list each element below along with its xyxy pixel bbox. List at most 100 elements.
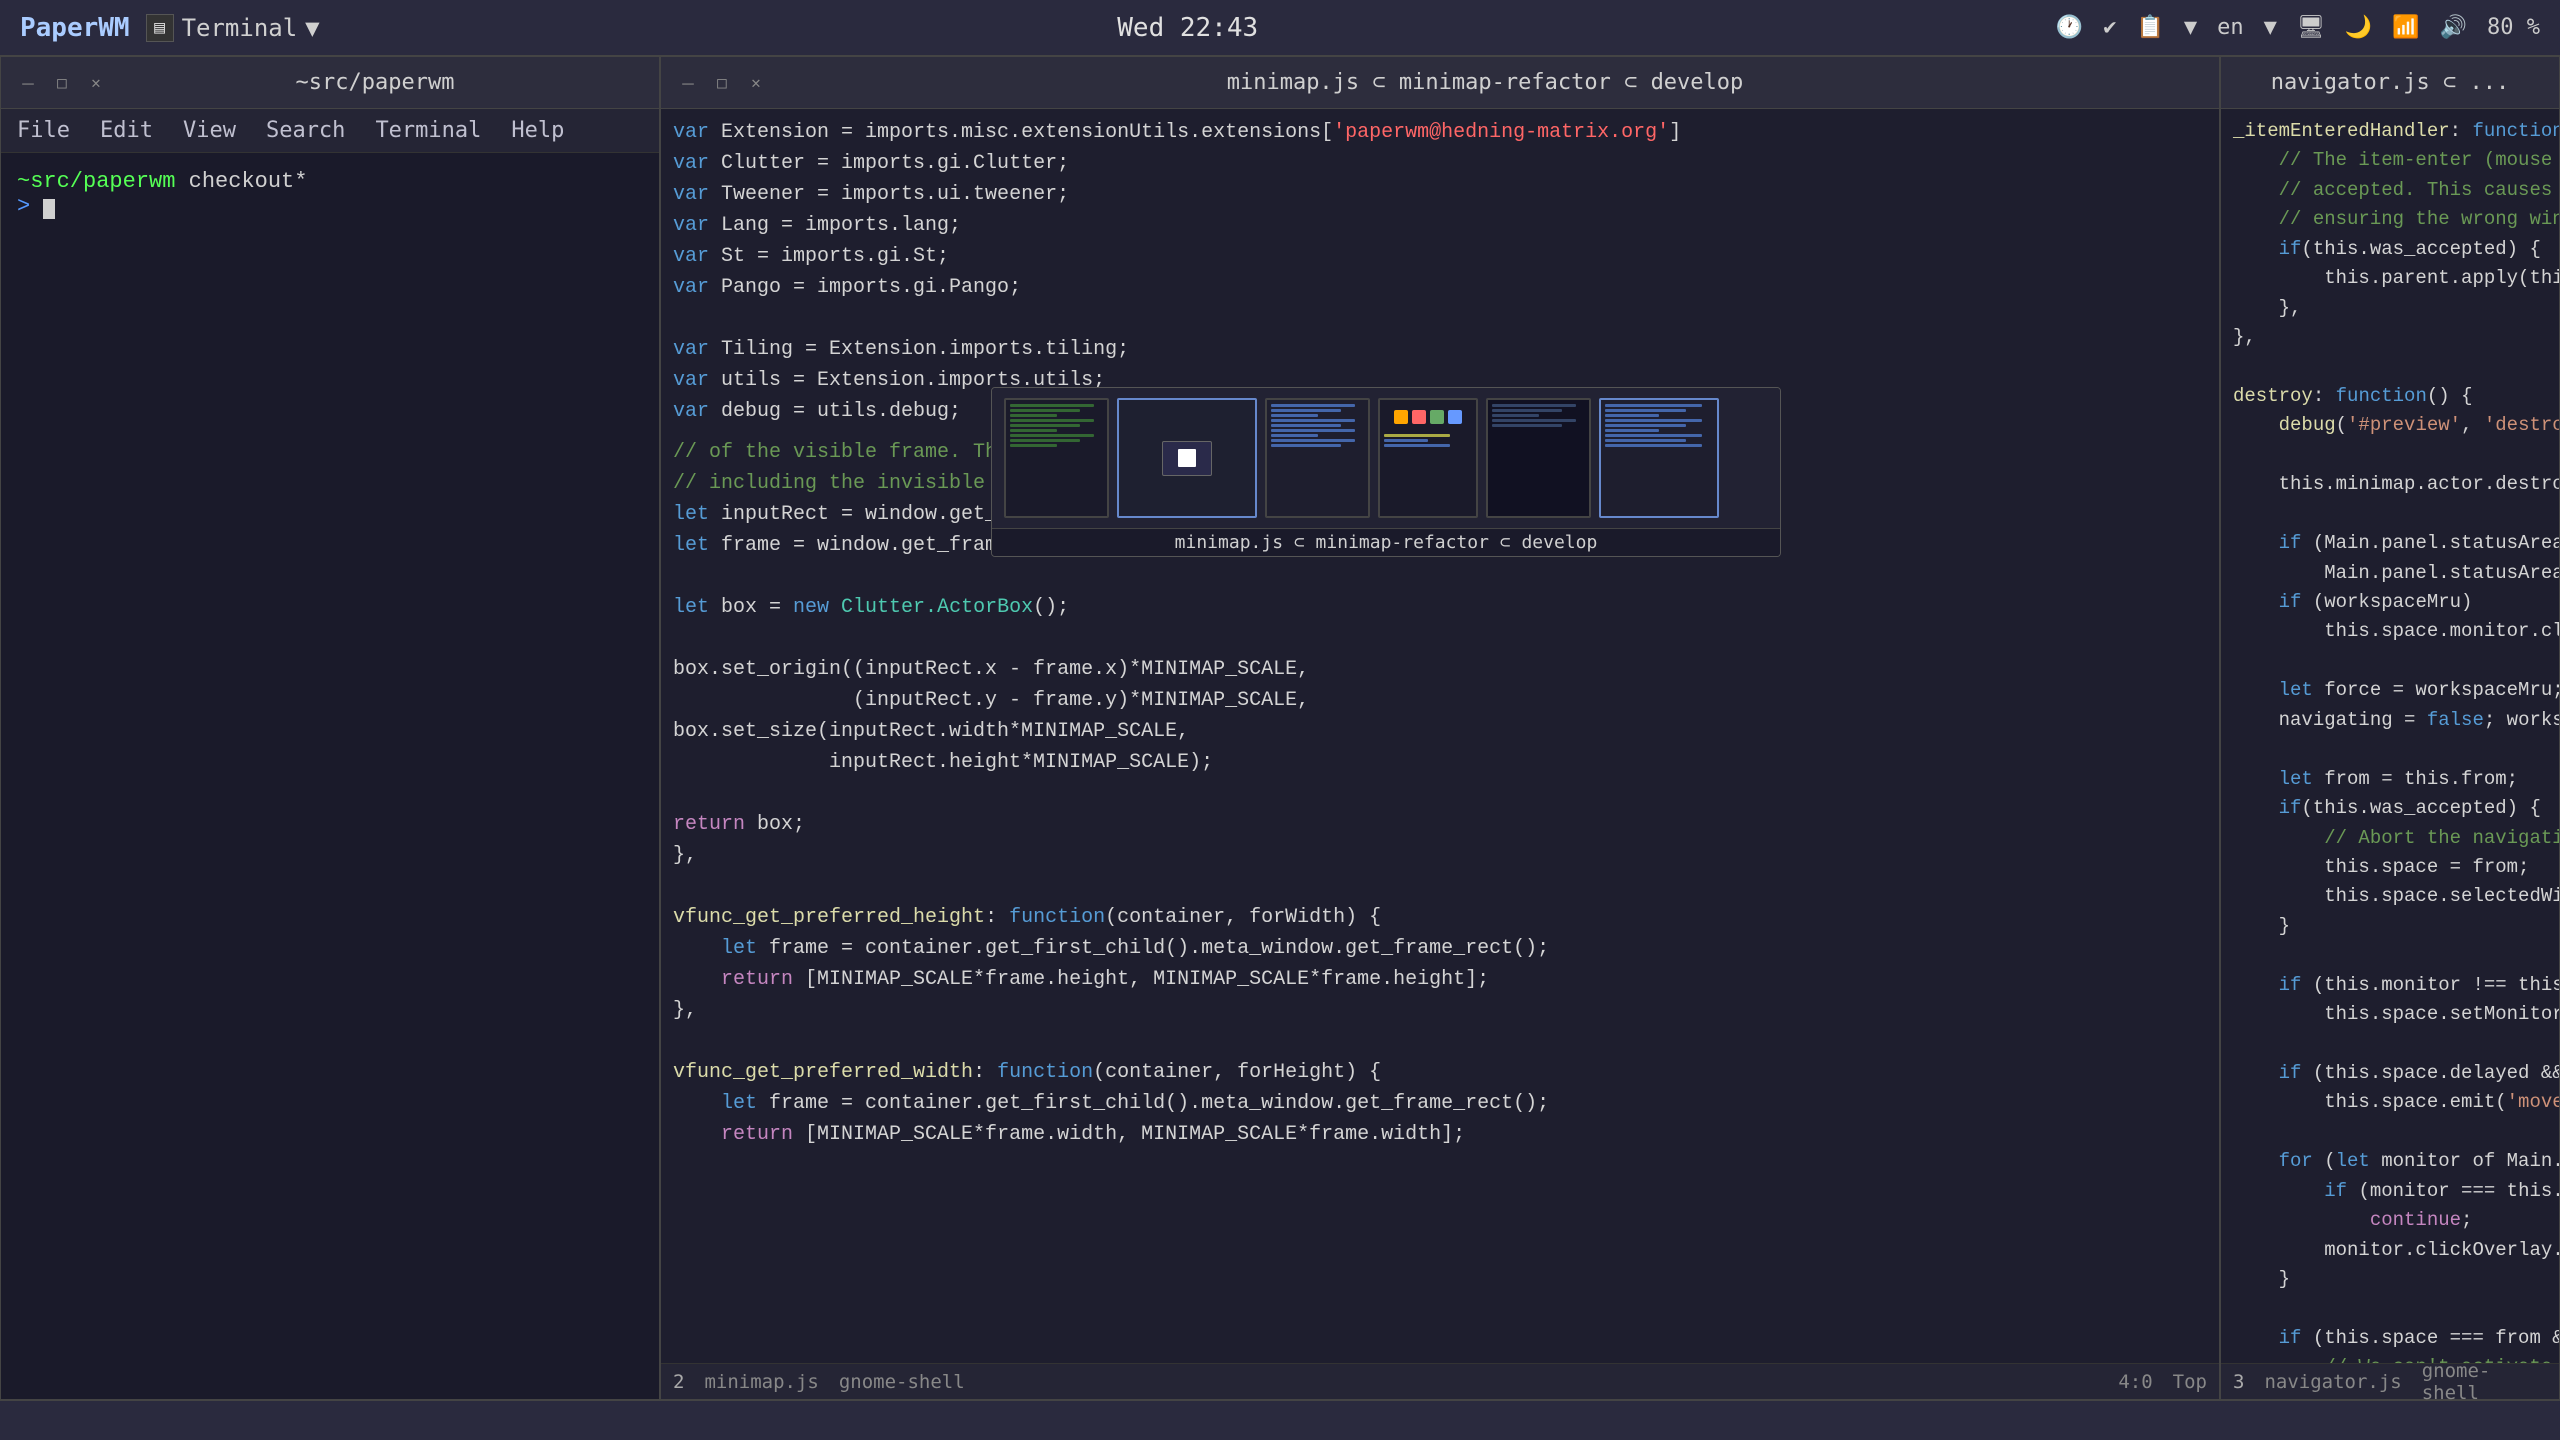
terminal-content[interactable]: ~src/paperwm checkout* > [1, 153, 659, 1399]
code-line: this.space.setMonitor(this.mon [2221, 1000, 2559, 1029]
prompt-dir: ~src/paperwm [17, 169, 175, 194]
mini-line [1271, 419, 1355, 422]
mini-line [1010, 434, 1094, 437]
code-line: // accepted. This causes _select_ [2221, 176, 2559, 205]
code-line: this.space.selectedWindow = fr [2221, 882, 2559, 911]
dropdown-icon1[interactable]: ▼ [2184, 15, 2197, 40]
mini-line [1605, 424, 1686, 427]
middle-minimize-button[interactable]: － [677, 72, 699, 94]
status-position: 4:0 [2118, 1371, 2152, 1393]
thumbnail-3[interactable] [1265, 398, 1370, 518]
code-line: inputRect.height*MINIMAP_SCALE); [661, 747, 2219, 778]
terminal-icon: ▤ [146, 14, 174, 42]
code-line: } [2221, 1265, 2559, 1294]
right-window-title: navigator.js ⊂ ... [2237, 70, 2543, 95]
mini-line [1010, 444, 1057, 447]
mini-line [1492, 424, 1562, 427]
thumbnail-strip [992, 388, 1780, 528]
code-line: debug('#preview', 'destroy'); [2221, 411, 2559, 440]
code-line: if (this.space.delayed && !force) [2221, 1059, 2559, 1088]
mini-line [1010, 419, 1094, 422]
bottom-taskbar [0, 1400, 2560, 1440]
dropdown-icon2[interactable]: ▼ [2264, 15, 2277, 40]
mini-line [1271, 434, 1318, 437]
middle-code-bottom[interactable]: // of the visible frame. The input rect … [661, 429, 2219, 1363]
close-button[interactable]: ✕ [85, 72, 107, 94]
code-line: // ensuring the wrong window. [2221, 205, 2559, 234]
menu-search[interactable]: Search [266, 118, 345, 143]
code-line [2221, 500, 2559, 529]
status-scroll: Top [2173, 1371, 2207, 1393]
paperwm-label: PaperWM [20, 13, 130, 43]
right-status-file-num: 3 [2233, 1371, 2244, 1393]
code-line: if (this.space === from && force) [2221, 1324, 2559, 1353]
terminal-app-button[interactable]: ▤ Terminal ▼ [146, 14, 320, 42]
maximize-button[interactable]: □ [51, 72, 73, 94]
middle-close-button[interactable]: ✕ [745, 72, 767, 94]
code-line: if (Main.panel.statusArea.appMenu [2221, 529, 2559, 558]
menu-edit[interactable]: Edit [100, 118, 153, 143]
thumbnail-overlay-label: minimap.js ⊂ minimap-refactor ⊂ develop [992, 528, 1780, 556]
left-window-title: ~src/paperwm [107, 70, 643, 95]
thumb-inner-6 [1601, 400, 1717, 516]
mini-line [1605, 404, 1702, 407]
code-line [661, 871, 2219, 902]
code-line: this.minimap.actor.destroy(); [2221, 470, 2559, 499]
code-line: let from = this.from; [2221, 765, 2559, 794]
wifi-icon[interactable]: 📶 [2392, 15, 2419, 40]
menu-file[interactable]: File [17, 118, 70, 143]
thumbnail-5[interactable] [1486, 398, 1591, 518]
status-tool: gnome-shell [839, 1371, 965, 1393]
dialog-preview [1162, 441, 1212, 476]
middle-code-top[interactable]: var Extension = imports.misc.extensionUt… [661, 109, 2219, 429]
right-code-content[interactable]: _itemEnteredHandler: function() { // The… [2221, 109, 2559, 1363]
left-menu-bar: File Edit View Search Terminal Help [1, 109, 659, 153]
thumb-mini-code-3 [1267, 400, 1368, 516]
minimize-button[interactable]: － [17, 72, 39, 94]
code-line [2221, 353, 2559, 382]
code-line [2221, 941, 2559, 970]
mini-line [1010, 409, 1080, 412]
thumb-mini-code-4 [1380, 434, 1476, 516]
thumbnail-4[interactable] [1378, 398, 1478, 518]
mini-line [1271, 424, 1341, 427]
terminal-label: Terminal [182, 14, 298, 42]
mini-line [1010, 424, 1080, 427]
volume-icon[interactable]: 🔊 [2440, 15, 2467, 40]
theme-icon[interactable]: 🌙 [2345, 15, 2372, 40]
code-line: continue; [2221, 1206, 2559, 1235]
code-line: if(this.was_accepted) { [2221, 235, 2559, 264]
thumbnail-6[interactable] [1599, 398, 1719, 518]
left-terminal-window: － □ ✕ ~src/paperwm File Edit View Search… [0, 56, 660, 1400]
menu-terminal[interactable]: Terminal [375, 118, 481, 143]
code-line: if (monitor === this.space.mon [2221, 1177, 2559, 1206]
taskbar: PaperWM ▤ Terminal ▼ Wed 22:43 🕐 ✔ 📋 ▼ e… [0, 0, 2560, 56]
terminal-dropdown-icon[interactable]: ▼ [305, 14, 319, 42]
code-line: var Tweener = imports.ui.tweener; [661, 179, 2219, 210]
terminal-line1: ~src/paperwm checkout* [17, 169, 643, 194]
mini-line [1271, 414, 1318, 417]
mini-line [1605, 434, 1702, 437]
code-line: return box; [661, 809, 2219, 840]
thumbnail-1[interactable] [1004, 398, 1109, 518]
left-window-titlebar: － □ ✕ ~src/paperwm [1, 57, 659, 109]
middle-maximize-button[interactable]: □ [711, 72, 733, 94]
mini-line [1492, 419, 1576, 422]
clipboard-icon[interactable]: 📋 [2136, 15, 2163, 40]
menu-help[interactable]: Help [511, 118, 564, 143]
terminal-cursor [43, 199, 55, 219]
code-line: var Tiling = Extension.imports.tiling; [661, 334, 2219, 365]
code-line: for (let monitor of Main.layoutMa [2221, 1147, 2559, 1176]
code-line: if (this.monitor !== this.space.mo [2221, 971, 2559, 1000]
mini-line [1492, 404, 1576, 407]
clock-icon[interactable]: 🕐 [2056, 15, 2083, 40]
mini-line [1010, 429, 1057, 432]
thumbnail-2[interactable] [1117, 398, 1257, 518]
thumb-mini-code-6 [1601, 400, 1717, 516]
menu-view[interactable]: View [183, 118, 236, 143]
right-editor-window: navigator.js ⊂ ... _itemEnteredHandler: … [2220, 56, 2560, 1400]
code-line: this.space.monitor.clickOverlay [2221, 617, 2559, 646]
mini-line [1271, 439, 1355, 442]
check-icon[interactable]: ✔ [2103, 15, 2116, 40]
monitor-icon[interactable]: 🖥 [2297, 15, 2325, 40]
